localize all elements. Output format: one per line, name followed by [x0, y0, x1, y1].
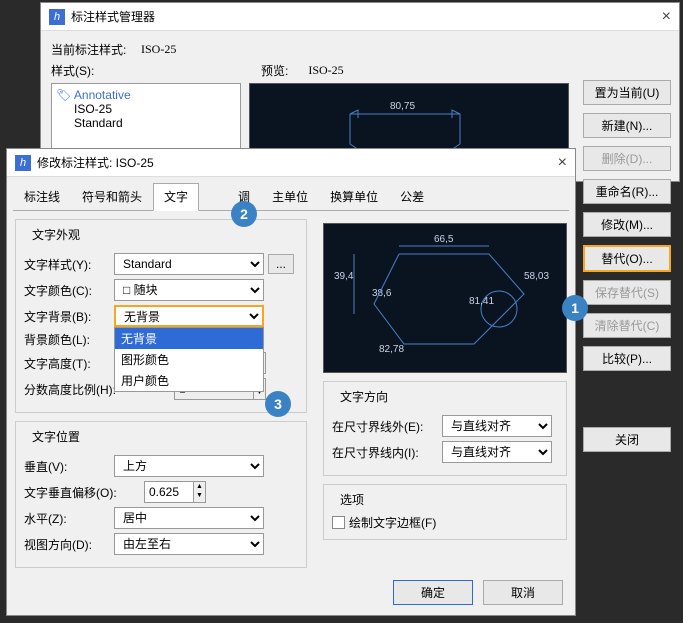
- delete-button[interactable]: 删除(D)...: [583, 146, 671, 171]
- bg-select[interactable]: 无背景: [114, 305, 264, 327]
- tab-alt[interactable]: 换算单位: [319, 183, 389, 210]
- preview-value: ISO-25: [308, 63, 343, 78]
- override-button[interactable]: 替代(O)...: [583, 245, 671, 272]
- view-select[interactable]: 由左至右: [114, 533, 264, 555]
- border-label: 绘制文字边框(F): [349, 514, 436, 531]
- list-item[interactable]: ISO-25: [56, 102, 236, 116]
- title-1: 标注样式管理器: [71, 8, 155, 25]
- text-direction-group: 文字方向 在尺寸界线外(E): 与直线对齐 在尺寸界线内(I): 与直线对齐: [323, 381, 567, 476]
- app-icon: h: [49, 9, 65, 25]
- titlebar-2: h 修改标注样式: ISO-25 ×: [7, 149, 575, 177]
- current-style-label: 当前标注样式:: [51, 41, 141, 58]
- close-button[interactable]: 关闭: [583, 427, 671, 452]
- bgcolor-label: 背景颜色(L):: [24, 331, 114, 348]
- tab-symbols[interactable]: 符号和箭头: [71, 183, 153, 210]
- svg-text:58,03: 58,03: [524, 271, 549, 282]
- spin-down-icon[interactable]: ▼: [194, 491, 205, 500]
- options-group: 选项 绘制文字边框(F): [323, 484, 567, 540]
- list-item[interactable]: Annotative: [74, 88, 131, 102]
- close-icon[interactable]: ×: [662, 8, 671, 26]
- badge-2: 2: [231, 201, 257, 227]
- offset-input[interactable]: [144, 481, 194, 503]
- appearance-title: 文字外观: [28, 226, 84, 243]
- preview-2: 66,5 39,4 38,6 58,03 82,78 81,41: [323, 223, 567, 373]
- tab-primary[interactable]: 主单位: [261, 183, 319, 210]
- modify-button[interactable]: 修改(M)...: [583, 212, 671, 237]
- tab-text[interactable]: 文字: [153, 183, 199, 211]
- app-icon: h: [15, 155, 31, 171]
- list-item[interactable]: Standard: [56, 116, 236, 130]
- options-title: 选项: [336, 491, 368, 508]
- style-label: 文字样式(Y):: [24, 256, 114, 273]
- text-appearance-group: 文字外观 文字样式(Y): Standard ... 文字颜色(C): □ 随块…: [15, 219, 307, 413]
- save-override-button[interactable]: 保存替代(S): [583, 280, 671, 305]
- vert-select[interactable]: 上方: [114, 455, 264, 477]
- out-select[interactable]: 与直线对齐: [442, 415, 552, 437]
- titlebar-1: h 标注样式管理器 ×: [41, 3, 679, 31]
- bg-label: 文字背景(B):: [24, 308, 114, 325]
- tabs: 标注线 符号和箭头 文字 调 主单位 换算单位 公差: [13, 183, 569, 211]
- rename-button[interactable]: 重命名(R)...: [583, 179, 671, 204]
- bg-dropdown[interactable]: 无背景 图形颜色 用户颜色: [114, 327, 264, 392]
- spin-up-icon[interactable]: ▲: [194, 482, 205, 491]
- in-select[interactable]: 与直线对齐: [442, 441, 552, 463]
- preview-label: 预览:: [261, 62, 288, 79]
- styles-label: 样式(S):: [51, 62, 141, 79]
- checkbox-icon: [332, 516, 345, 529]
- bg-option[interactable]: 用户颜色: [115, 370, 263, 391]
- style-browse-button[interactable]: ...: [268, 254, 294, 274]
- svg-text:38,6: 38,6: [372, 288, 392, 299]
- new-button[interactable]: 新建(N)...: [583, 113, 671, 138]
- border-checkbox[interactable]: 绘制文字边框(F): [332, 514, 558, 531]
- color-select[interactable]: □ 随块: [114, 279, 264, 301]
- cancel-button[interactable]: 取消: [483, 580, 563, 605]
- svg-text:81,41: 81,41: [469, 296, 494, 307]
- set-current-button[interactable]: 置为当前(U): [583, 80, 671, 105]
- title-2: 修改标注样式: ISO-25: [37, 154, 154, 171]
- out-label: 在尺寸界线外(E):: [332, 418, 442, 435]
- bg-option[interactable]: 无背景: [115, 328, 263, 349]
- bg-option[interactable]: 图形颜色: [115, 349, 263, 370]
- in-label: 在尺寸界线内(I):: [332, 444, 442, 461]
- horz-label: 水平(Z):: [24, 510, 114, 527]
- tab-dimlines[interactable]: 标注线: [13, 183, 71, 210]
- offset-label: 文字垂直偏移(O):: [24, 484, 144, 501]
- clear-override-button[interactable]: 清除替代(C): [583, 313, 671, 338]
- svg-text:39,4: 39,4: [334, 271, 354, 282]
- modify-dimstyle-dialog: h 修改标注样式: ISO-25 × 标注线 符号和箭头 文字 调 主单位 换算…: [6, 148, 576, 616]
- badge-1: 1: [562, 295, 588, 321]
- view-label: 视图方向(D):: [24, 536, 114, 553]
- height-label: 文字高度(T):: [24, 355, 114, 372]
- svg-text:80,75: 80,75: [390, 101, 415, 112]
- current-style-value: ISO-25: [141, 42, 176, 57]
- style-select[interactable]: Standard: [114, 253, 264, 275]
- horz-select[interactable]: 居中: [114, 507, 264, 529]
- ok-button[interactable]: 确定: [393, 580, 473, 605]
- direction-title: 文字方向: [336, 388, 392, 405]
- vert-label: 垂直(V):: [24, 458, 114, 475]
- close-icon[interactable]: ×: [558, 154, 567, 172]
- badge-3: 3: [265, 391, 291, 417]
- text-position-group: 文字位置 垂直(V): 上方 文字垂直偏移(O): ▲▼ 水平(Z): 居中 视…: [15, 421, 307, 568]
- svg-text:66,5: 66,5: [434, 234, 454, 245]
- sidebar-buttons: 置为当前(U) 新建(N)... 删除(D)... 重命名(R)... 修改(M…: [583, 80, 671, 452]
- svg-text:82,78: 82,78: [379, 344, 404, 355]
- tab-tol[interactable]: 公差: [389, 183, 435, 210]
- color-label: 文字颜色(C):: [24, 282, 114, 299]
- compare-button[interactable]: 比较(P)...: [583, 346, 671, 371]
- position-title: 文字位置: [28, 428, 84, 445]
